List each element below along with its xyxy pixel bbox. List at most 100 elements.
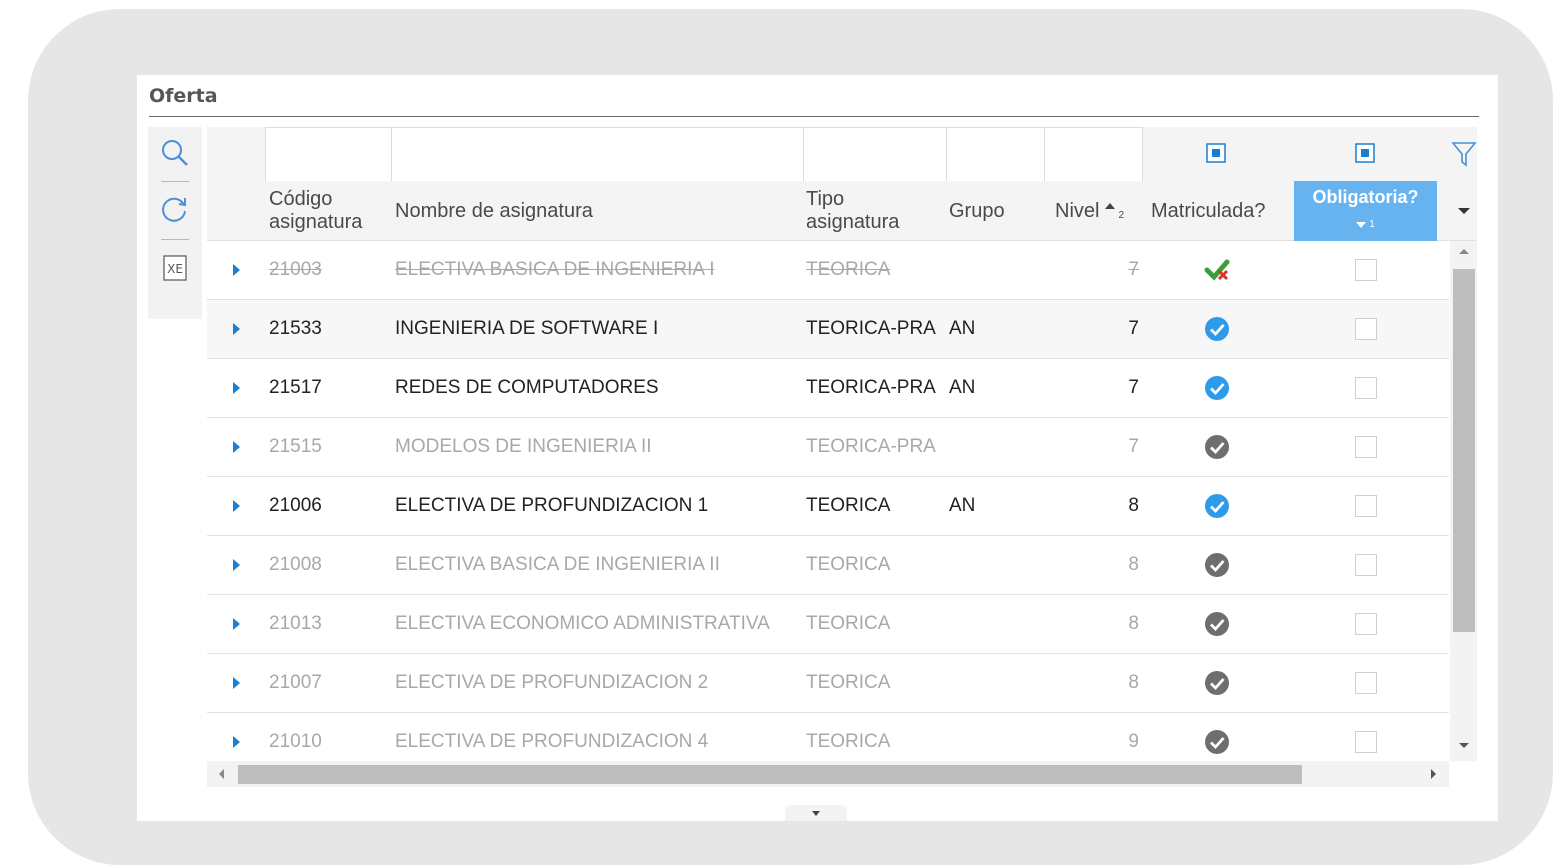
toolbar-divider [161,181,189,182]
table-row[interactable]: 21008 ELECTIVA BASICA DE INGENIERIA II T… [207,536,1449,595]
header-nivel-label: Nivel [1055,199,1100,222]
column-menu-button[interactable] [1450,181,1477,241]
expand-row-button[interactable] [233,654,249,712]
cell-obligatoria[interactable] [1355,536,1379,594]
horizontal-scrollbar[interactable] [207,761,1449,787]
cell-obligatoria[interactable] [1355,477,1379,535]
cell-nombre: ELECTIVA ECONOMICO ADMINISTRATIVA [395,613,770,634]
header-tipo[interactable]: Tipo asignatura [806,181,936,241]
filter-grupo[interactable] [946,127,1044,181]
expand-row-button[interactable] [233,241,249,299]
expand-row-button[interactable] [233,359,249,417]
cell-nivel: 7 [1128,436,1139,457]
expand-row-button[interactable] [233,300,249,358]
cell-grupo: AN [949,318,976,339]
filter-obligatoria-toggle[interactable] [1355,143,1375,167]
cell-obligatoria[interactable] [1355,300,1379,358]
expand-row-button[interactable] [233,713,249,761]
refresh-icon [162,197,186,222]
oferta-panel: Oferta XE Código asignatura Nombre de as… [137,75,1498,821]
cell-obligatoria[interactable] [1355,359,1379,417]
title-divider [149,116,1479,117]
cell-obligatoria[interactable] [1355,241,1379,299]
toolbar-divider [161,239,189,240]
table-row[interactable]: 21006 ELECTIVA DE PROFUNDIZACION 1 TEORI… [207,477,1449,536]
header-grupo[interactable]: Grupo [949,181,1039,241]
obligatoria-checkbox[interactable] [1355,318,1377,340]
obligatoria-checkbox[interactable] [1355,377,1377,399]
cell-codigo: 21517 [269,377,322,398]
panel-collapse-handle[interactable] [785,805,847,821]
cell-grupo [949,595,1039,653]
scroll-down-icon[interactable] [1459,743,1469,748]
cell-nombre: ELECTIVA BASICA DE INGENIERIA I [395,241,800,299]
header-matriculada[interactable]: Matriculada? [1151,181,1296,241]
table-row[interactable]: 21533 INGENIERIA DE SOFTWARE I TEORICA-P… [207,300,1449,359]
obligatoria-checkbox[interactable] [1355,613,1377,635]
filter-row [207,127,1477,181]
svg-text:XE: XE [167,262,183,276]
table-row[interactable]: 21010 ELECTIVA DE PROFUNDIZACION 4 TEORI… [207,713,1449,761]
expand-row-button[interactable] [233,536,249,594]
obligatoria-checkbox[interactable] [1355,672,1377,694]
cell-nivel: 7 [1128,318,1139,339]
export-excel-button[interactable]: XE [148,242,202,294]
header-nombre[interactable]: Nombre de asignatura [395,181,795,241]
header-codigo[interactable]: Código asignatura [269,181,389,241]
obligatoria-checkbox[interactable] [1355,731,1377,753]
header-obligatoria[interactable]: Obligatoria? 1 [1294,181,1437,241]
search-button[interactable] [148,127,202,179]
scroll-right-icon[interactable] [1431,769,1436,779]
cell-nombre: ELECTIVA DE PROFUNDIZACION 1 [395,495,709,516]
table-row[interactable]: 21007 ELECTIVA DE PROFUNDIZACION 2 TEORI… [207,654,1449,713]
expand-row-button[interactable] [233,418,249,476]
cell-obligatoria[interactable] [1355,654,1379,712]
filter-codigo[interactable] [265,127,391,181]
cell-tipo: TEORICA [806,554,891,575]
cell-tipo: TEORICA-PRA [806,377,936,398]
header-obligatoria-label: Obligatoria? [1312,187,1419,207]
scroll-up-icon[interactable] [1459,249,1469,254]
chevron-down-icon [812,810,820,816]
horizontal-scroll-thumb[interactable] [238,765,1302,784]
cell-nombre: ELECTIVA DE PROFUNDIZACION 4 [395,731,709,752]
cell-nombre: ELECTIVA DE PROFUNDIZACION 2 [395,672,709,693]
chevron-right-icon [233,677,240,689]
expand-row-button[interactable] [233,595,249,653]
obligatoria-checkbox[interactable] [1355,495,1377,517]
header-nivel[interactable]: Nivel 2 [1055,181,1147,241]
obligatoria-checkbox[interactable] [1355,436,1377,458]
cell-text: ELECTIVA BASICA DE INGENIERIA I [395,259,715,280]
filter-nivel[interactable] [1044,127,1143,181]
table-row[interactable]: 21003 ELECTIVA BASICA DE INGENIERIA I TE… [207,241,1449,300]
cell-obligatoria[interactable] [1355,713,1379,761]
excel-export-icon: XE [163,255,187,281]
expand-row-button[interactable] [233,477,249,535]
clear-filter-button[interactable] [1451,140,1477,172]
chevron-right-icon [233,441,240,453]
scroll-left-icon[interactable] [219,769,224,779]
vertical-scroll-thumb[interactable] [1453,269,1475,632]
grid-toolbar: XE [148,127,202,319]
cell-obligatoria[interactable] [1355,418,1379,476]
table-row[interactable]: 21515 MODELOS DE INGENIERIA II TEORICA-P… [207,418,1449,477]
cell-tipo: TEORICA [806,495,891,516]
obligatoria-checkbox[interactable] [1355,554,1377,576]
checkbox-indeterminate-icon [1355,143,1375,163]
cell-codigo: 21010 [269,731,322,752]
cell-nombre: ELECTIVA BASICA DE INGENIERIA II [395,554,720,575]
sort-asc-icon [1105,203,1116,209]
sort-desc-icon [1356,221,1367,228]
table-row[interactable]: 21517 REDES DE COMPUTADORES TEORICA-PRA … [207,359,1449,418]
vertical-scrollbar[interactable] [1450,241,1477,761]
refresh-button[interactable] [148,183,202,235]
table-row[interactable]: 21013 ELECTIVA ECONOMICO ADMINISTRATIVA … [207,595,1449,654]
obligatoria-checkbox[interactable] [1355,259,1377,281]
filter-tipo[interactable] [803,127,946,181]
cell-matriculada [1204,477,1234,535]
cell-nombre: INGENIERIA DE SOFTWARE I [395,318,659,339]
cell-matriculada [1204,713,1234,761]
filter-nombre[interactable] [391,127,803,181]
filter-matriculada-toggle[interactable] [1206,143,1226,167]
cell-obligatoria[interactable] [1355,595,1379,653]
